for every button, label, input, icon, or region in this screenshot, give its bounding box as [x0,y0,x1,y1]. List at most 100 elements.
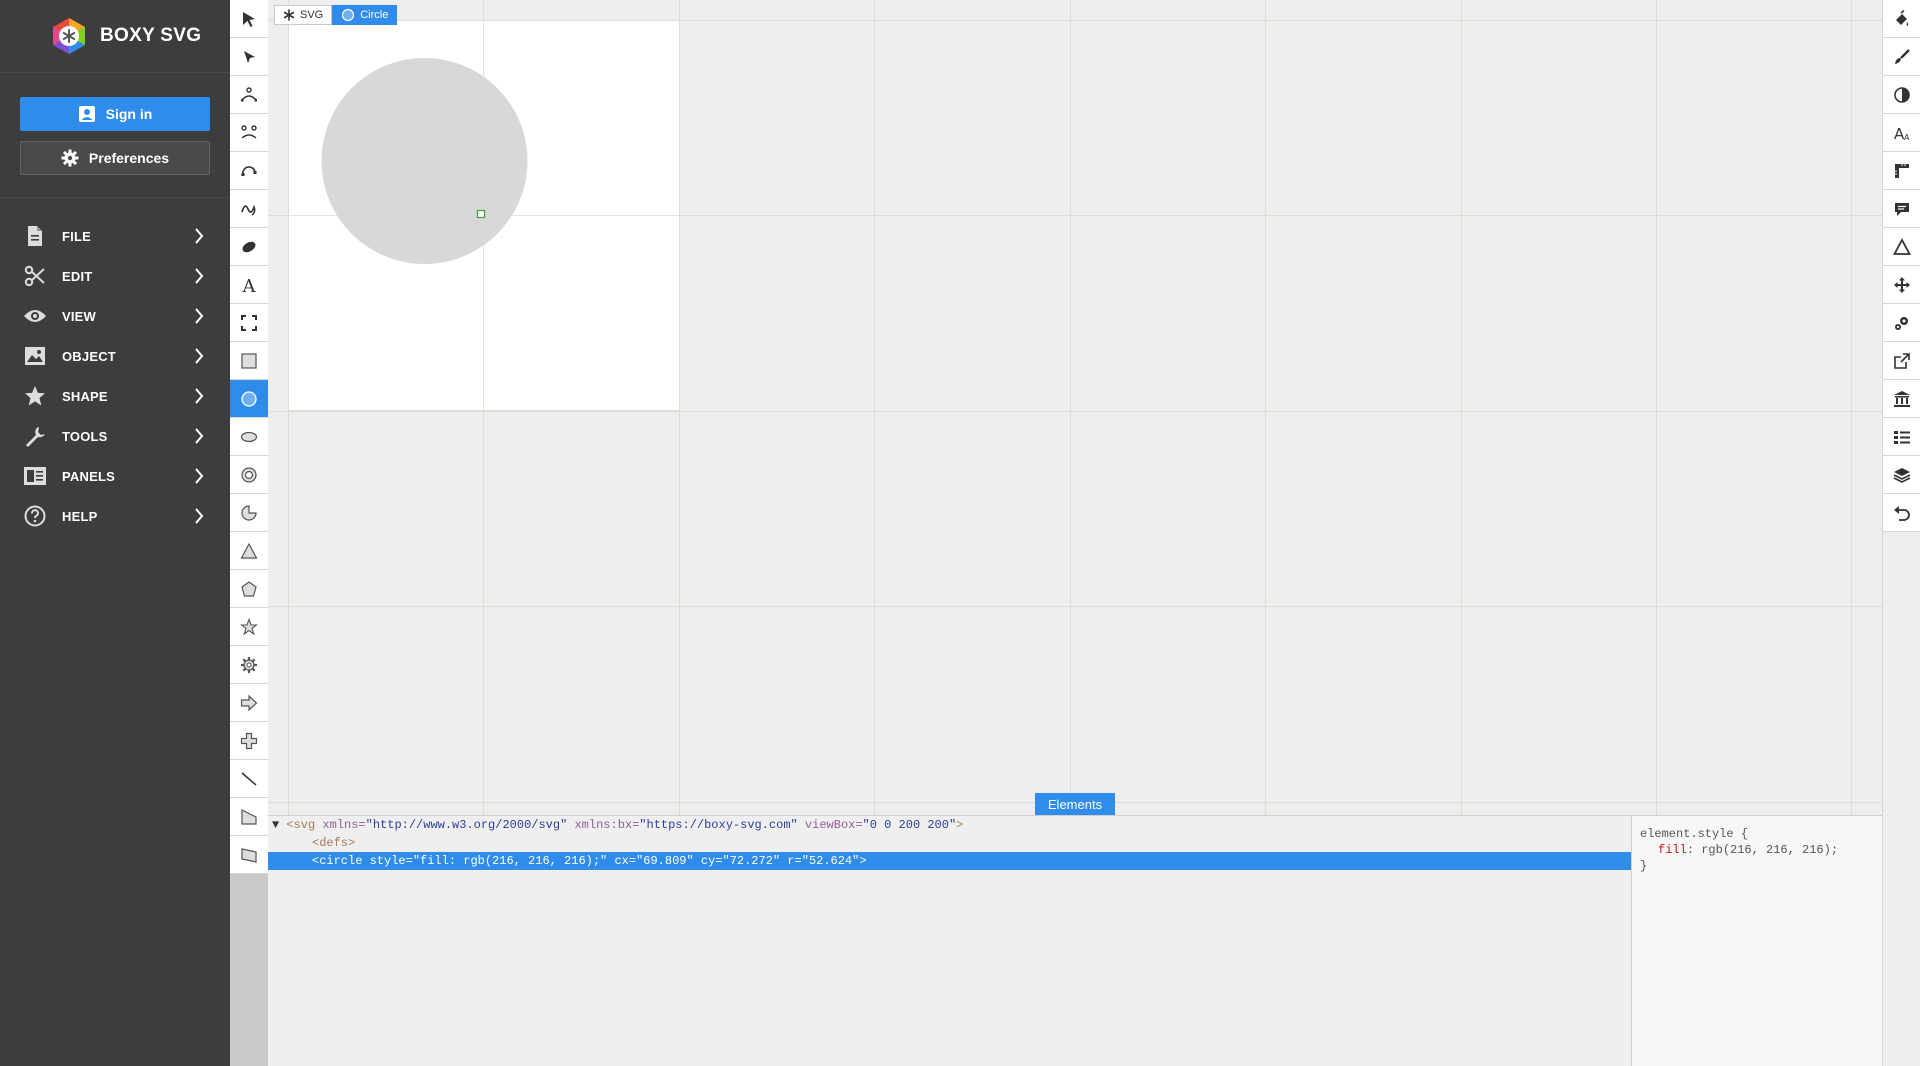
svg-text:A: A [242,276,257,294]
ellipse-tool-icon[interactable] [230,418,268,456]
menu-label: EDIT [62,268,93,284]
elements-panel-icon[interactable] [1883,418,1920,456]
history-panel-icon[interactable] [1883,494,1920,532]
chevron-right-icon [190,228,208,244]
menu-item-object[interactable]: OBJECT [0,336,230,376]
svg-text:A: A [1904,133,1910,142]
chevron-right-icon [190,268,208,284]
menu-item-help[interactable]: HELP [0,496,230,536]
flag-tool-icon[interactable] [230,798,268,836]
collapse-triangle-icon[interactable]: ▼ [272,818,286,832]
panels-icon [22,463,48,489]
polygon-tool-icon[interactable] [230,570,268,608]
chevron-right-icon [190,428,208,444]
star-tool-icon[interactable] [230,608,268,646]
triangle-tool-icon[interactable] [230,532,268,570]
star-icon [22,383,48,409]
line-tool-icon[interactable] [230,760,268,798]
compositing-panel-icon[interactable] [1883,76,1920,114]
parallelogram-tool-icon[interactable] [230,836,268,874]
chevron-right-icon [190,308,208,324]
preferences-button[interactable]: Preferences [20,141,210,175]
selected-circle-shape [321,58,528,264]
code-line-circle[interactable]: <circle style="fill: rgb(216, 216, 216);… [268,852,1631,870]
elements-panel: ▼ <svg xmlns="http://www.w3.org/2000/svg… [268,815,1631,1066]
cog-tool-icon[interactable] [230,646,268,684]
code-line-svg[interactable]: ▼ <svg xmlns="http://www.w3.org/2000/svg… [268,816,1631,834]
boxy-logo-icon [50,17,88,55]
meta-panel-icon[interactable] [1883,190,1920,228]
breadcrumb-circle[interactable]: Circle [332,5,398,25]
chevron-right-icon [190,468,208,484]
style-close-brace: } [1640,859,1648,873]
image-icon [22,343,48,369]
geometry-panel-icon[interactable] [1883,152,1920,190]
rectangle-tool-icon[interactable] [230,342,268,380]
library-panel-icon[interactable] [1883,380,1920,418]
chevron-right-icon [190,348,208,364]
breadcrumb-label: Circle [360,9,389,21]
sign-in-button[interactable]: Sign in [20,97,210,131]
gear-icon [61,149,79,167]
view-tool-icon[interactable] [230,304,268,342]
elements-panel-tab[interactable]: Elements [1035,793,1115,815]
pie-tool-icon[interactable] [230,494,268,532]
account-section: Sign in Preferences [0,73,230,198]
account-icon [78,106,95,122]
menu-label: FILE [62,228,91,244]
app-title: BOXY SVG [100,25,202,46]
style-inspector: element.style { fill: rgb(216, 216, 216)… [1631,815,1882,1066]
arrow-tool-icon[interactable] [230,684,268,722]
generators-panel-icon[interactable] [1883,228,1920,266]
bezier-tool-icon[interactable] [230,114,268,152]
menu-label: OBJECT [62,348,116,364]
menu-label: SHAPE [62,388,108,404]
defs-panel-icon[interactable] [1883,304,1920,342]
preferences-label: Preferences [88,150,170,166]
text-tool-icon[interactable]: A [230,266,268,304]
menu-label: HELP [62,508,98,524]
breadcrumb-label: SVG [300,9,324,21]
export-panel-icon[interactable] [1883,342,1920,380]
canvas-area[interactable]: SVG Circle Elements [268,0,1882,815]
style-declaration[interactable]: fill: rgb(216, 216, 216); [1640,842,1874,858]
breadcrumb-svg[interactable]: SVG [274,5,333,25]
menu-item-view[interactable]: VIEW [0,296,230,336]
text-panel-icon[interactable]: AA [1883,114,1920,152]
menu-label: VIEW [62,308,97,324]
style-selector: element.style { [1640,827,1749,841]
fill-panel-icon[interactable] [1883,0,1920,38]
edit-tool-icon[interactable] [230,38,268,76]
main-sidebar: BOXY SVG Sign in Preferences FILE EDIT V… [0,0,230,1066]
menu-label: TOOLS [62,428,108,444]
tool-palette: A [230,0,268,1066]
main-menu: FILE EDIT VIEW OBJECT SHAPE TOOLS PANELS… [0,198,230,536]
menu-item-shape[interactable]: SHAPE [0,376,230,416]
freehand-tool-icon[interactable] [230,190,268,228]
code-line-defs[interactable]: <defs> [268,834,1631,852]
triple-point-tool-icon[interactable] [230,152,268,190]
select-tool-icon[interactable] [230,0,268,38]
file-icon [22,223,48,249]
menu-item-file[interactable]: FILE [0,216,230,256]
chevron-right-icon [190,508,208,524]
breadcrumb: SVG Circle [274,5,398,25]
scissors-icon [22,263,48,289]
help-icon [22,503,48,529]
circle-tool-icon[interactable] [230,380,268,418]
cross-tool-icon[interactable] [230,722,268,760]
panel-toolbar: AA [1882,0,1920,1066]
eye-icon [22,303,48,329]
menu-item-panels[interactable]: PANELS [0,456,230,496]
menu-item-tools[interactable]: TOOLS [0,416,230,456]
menu-item-edit[interactable]: EDIT [0,256,230,296]
chevron-right-icon [190,388,208,404]
transform-panel-icon[interactable] [1883,266,1920,304]
app-header: BOXY SVG [0,0,230,73]
layers-panel-icon[interactable] [1883,456,1920,494]
stroke-panel-icon[interactable] [1883,38,1920,76]
ellipse-path-tool-icon[interactable] [230,76,268,114]
ring-tool-icon[interactable] [230,456,268,494]
sign-in-label: Sign in [105,106,153,122]
blob-brush-tool-icon[interactable] [230,228,268,266]
